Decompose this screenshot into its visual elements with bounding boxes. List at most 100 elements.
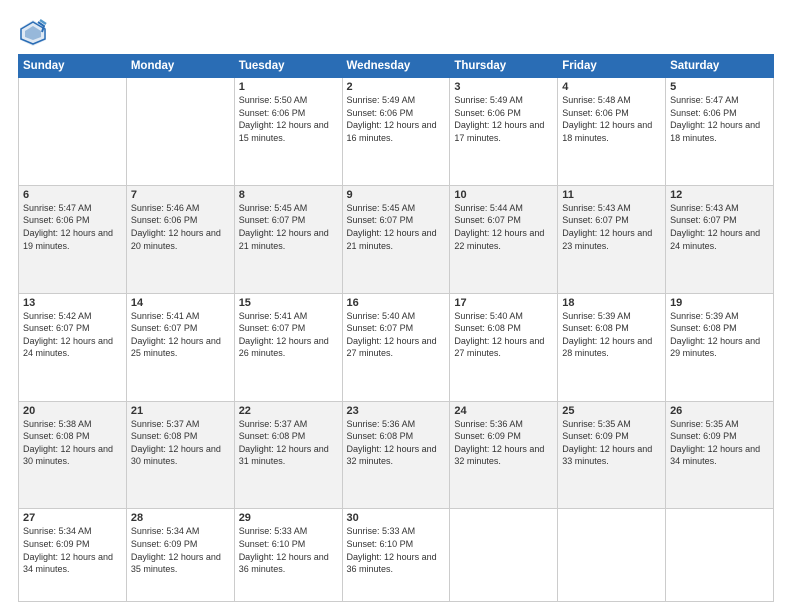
calendar-cell: 11Sunrise: 5:43 AM Sunset: 6:07 PM Dayli… xyxy=(558,185,666,293)
day-number: 12 xyxy=(670,189,769,201)
calendar-cell: 12Sunrise: 5:43 AM Sunset: 6:07 PM Dayli… xyxy=(666,185,774,293)
day-info: Sunrise: 5:43 AM Sunset: 6:07 PM Dayligh… xyxy=(670,202,769,252)
day-number: 20 xyxy=(23,405,122,417)
day-info: Sunrise: 5:48 AM Sunset: 6:06 PM Dayligh… xyxy=(562,94,661,144)
page: SundayMondayTuesdayWednesdayThursdayFrid… xyxy=(0,0,792,612)
day-number: 11 xyxy=(562,189,661,201)
day-number: 15 xyxy=(239,297,338,309)
day-info: Sunrise: 5:36 AM Sunset: 6:08 PM Dayligh… xyxy=(347,418,446,468)
calendar-cell: 27Sunrise: 5:34 AM Sunset: 6:09 PM Dayli… xyxy=(19,509,127,602)
calendar-cell: 2Sunrise: 5:49 AM Sunset: 6:06 PM Daylig… xyxy=(342,78,450,186)
col-header-tuesday: Tuesday xyxy=(234,55,342,78)
day-number: 19 xyxy=(670,297,769,309)
calendar-cell: 19Sunrise: 5:39 AM Sunset: 6:08 PM Dayli… xyxy=(666,293,774,401)
calendar-cell: 21Sunrise: 5:37 AM Sunset: 6:08 PM Dayli… xyxy=(126,401,234,509)
calendar-week-row: 1Sunrise: 5:50 AM Sunset: 6:06 PM Daylig… xyxy=(19,78,774,186)
calendar-cell: 20Sunrise: 5:38 AM Sunset: 6:08 PM Dayli… xyxy=(19,401,127,509)
calendar-cell xyxy=(558,509,666,602)
calendar-cell: 4Sunrise: 5:48 AM Sunset: 6:06 PM Daylig… xyxy=(558,78,666,186)
day-info: Sunrise: 5:36 AM Sunset: 6:09 PM Dayligh… xyxy=(454,418,553,468)
calendar-cell: 28Sunrise: 5:34 AM Sunset: 6:09 PM Dayli… xyxy=(126,509,234,602)
day-info: Sunrise: 5:39 AM Sunset: 6:08 PM Dayligh… xyxy=(562,310,661,360)
day-number: 21 xyxy=(131,405,230,417)
day-number: 7 xyxy=(131,189,230,201)
calendar-cell: 6Sunrise: 5:47 AM Sunset: 6:06 PM Daylig… xyxy=(19,185,127,293)
day-number: 24 xyxy=(454,405,553,417)
day-info: Sunrise: 5:42 AM Sunset: 6:07 PM Dayligh… xyxy=(23,310,122,360)
calendar-week-row: 27Sunrise: 5:34 AM Sunset: 6:09 PM Dayli… xyxy=(19,509,774,602)
day-number: 18 xyxy=(562,297,661,309)
day-number: 29 xyxy=(239,512,338,524)
calendar-cell: 8Sunrise: 5:45 AM Sunset: 6:07 PM Daylig… xyxy=(234,185,342,293)
calendar-table: SundayMondayTuesdayWednesdayThursdayFrid… xyxy=(18,54,774,602)
day-info: Sunrise: 5:44 AM Sunset: 6:07 PM Dayligh… xyxy=(454,202,553,252)
day-number: 13 xyxy=(23,297,122,309)
calendar-cell xyxy=(666,509,774,602)
day-number: 8 xyxy=(239,189,338,201)
col-header-saturday: Saturday xyxy=(666,55,774,78)
day-info: Sunrise: 5:40 AM Sunset: 6:07 PM Dayligh… xyxy=(347,310,446,360)
calendar-cell: 1Sunrise: 5:50 AM Sunset: 6:06 PM Daylig… xyxy=(234,78,342,186)
header xyxy=(18,18,774,46)
day-info: Sunrise: 5:47 AM Sunset: 6:06 PM Dayligh… xyxy=(23,202,122,252)
calendar-cell: 16Sunrise: 5:40 AM Sunset: 6:07 PM Dayli… xyxy=(342,293,450,401)
day-info: Sunrise: 5:33 AM Sunset: 6:10 PM Dayligh… xyxy=(239,525,338,575)
calendar-cell: 7Sunrise: 5:46 AM Sunset: 6:06 PM Daylig… xyxy=(126,185,234,293)
day-info: Sunrise: 5:49 AM Sunset: 6:06 PM Dayligh… xyxy=(454,94,553,144)
col-header-monday: Monday xyxy=(126,55,234,78)
calendar-cell: 9Sunrise: 5:45 AM Sunset: 6:07 PM Daylig… xyxy=(342,185,450,293)
calendar-header-row: SundayMondayTuesdayWednesdayThursdayFrid… xyxy=(19,55,774,78)
day-number: 14 xyxy=(131,297,230,309)
calendar-cell: 26Sunrise: 5:35 AM Sunset: 6:09 PM Dayli… xyxy=(666,401,774,509)
day-info: Sunrise: 5:34 AM Sunset: 6:09 PM Dayligh… xyxy=(23,525,122,575)
logo-icon xyxy=(18,18,48,46)
col-header-wednesday: Wednesday xyxy=(342,55,450,78)
day-info: Sunrise: 5:37 AM Sunset: 6:08 PM Dayligh… xyxy=(131,418,230,468)
calendar-week-row: 13Sunrise: 5:42 AM Sunset: 6:07 PM Dayli… xyxy=(19,293,774,401)
day-info: Sunrise: 5:35 AM Sunset: 6:09 PM Dayligh… xyxy=(670,418,769,468)
calendar-cell: 18Sunrise: 5:39 AM Sunset: 6:08 PM Dayli… xyxy=(558,293,666,401)
day-number: 28 xyxy=(131,512,230,524)
col-header-thursday: Thursday xyxy=(450,55,558,78)
day-info: Sunrise: 5:49 AM Sunset: 6:06 PM Dayligh… xyxy=(347,94,446,144)
day-info: Sunrise: 5:40 AM Sunset: 6:08 PM Dayligh… xyxy=(454,310,553,360)
calendar-cell: 29Sunrise: 5:33 AM Sunset: 6:10 PM Dayli… xyxy=(234,509,342,602)
calendar-cell xyxy=(19,78,127,186)
day-info: Sunrise: 5:38 AM Sunset: 6:08 PM Dayligh… xyxy=(23,418,122,468)
day-info: Sunrise: 5:43 AM Sunset: 6:07 PM Dayligh… xyxy=(562,202,661,252)
calendar-cell: 3Sunrise: 5:49 AM Sunset: 6:06 PM Daylig… xyxy=(450,78,558,186)
calendar-cell: 23Sunrise: 5:36 AM Sunset: 6:08 PM Dayli… xyxy=(342,401,450,509)
calendar-cell xyxy=(450,509,558,602)
day-info: Sunrise: 5:45 AM Sunset: 6:07 PM Dayligh… xyxy=(239,202,338,252)
calendar-cell: 14Sunrise: 5:41 AM Sunset: 6:07 PM Dayli… xyxy=(126,293,234,401)
calendar-cell: 13Sunrise: 5:42 AM Sunset: 6:07 PM Dayli… xyxy=(19,293,127,401)
day-info: Sunrise: 5:33 AM Sunset: 6:10 PM Dayligh… xyxy=(347,525,446,575)
day-info: Sunrise: 5:50 AM Sunset: 6:06 PM Dayligh… xyxy=(239,94,338,144)
day-number: 10 xyxy=(454,189,553,201)
day-number: 27 xyxy=(23,512,122,524)
day-number: 4 xyxy=(562,81,661,93)
day-info: Sunrise: 5:39 AM Sunset: 6:08 PM Dayligh… xyxy=(670,310,769,360)
calendar-cell: 24Sunrise: 5:36 AM Sunset: 6:09 PM Dayli… xyxy=(450,401,558,509)
day-number: 5 xyxy=(670,81,769,93)
col-header-sunday: Sunday xyxy=(19,55,127,78)
day-number: 2 xyxy=(347,81,446,93)
col-header-friday: Friday xyxy=(558,55,666,78)
calendar-cell: 10Sunrise: 5:44 AM Sunset: 6:07 PM Dayli… xyxy=(450,185,558,293)
day-number: 9 xyxy=(347,189,446,201)
day-number: 3 xyxy=(454,81,553,93)
day-number: 30 xyxy=(347,512,446,524)
day-info: Sunrise: 5:47 AM Sunset: 6:06 PM Dayligh… xyxy=(670,94,769,144)
day-info: Sunrise: 5:46 AM Sunset: 6:06 PM Dayligh… xyxy=(131,202,230,252)
day-number: 22 xyxy=(239,405,338,417)
day-info: Sunrise: 5:45 AM Sunset: 6:07 PM Dayligh… xyxy=(347,202,446,252)
calendar-cell: 17Sunrise: 5:40 AM Sunset: 6:08 PM Dayli… xyxy=(450,293,558,401)
calendar-cell: 5Sunrise: 5:47 AM Sunset: 6:06 PM Daylig… xyxy=(666,78,774,186)
logo xyxy=(18,18,52,46)
day-number: 25 xyxy=(562,405,661,417)
day-info: Sunrise: 5:37 AM Sunset: 6:08 PM Dayligh… xyxy=(239,418,338,468)
day-number: 1 xyxy=(239,81,338,93)
calendar-cell: 30Sunrise: 5:33 AM Sunset: 6:10 PM Dayli… xyxy=(342,509,450,602)
day-number: 26 xyxy=(670,405,769,417)
day-number: 16 xyxy=(347,297,446,309)
